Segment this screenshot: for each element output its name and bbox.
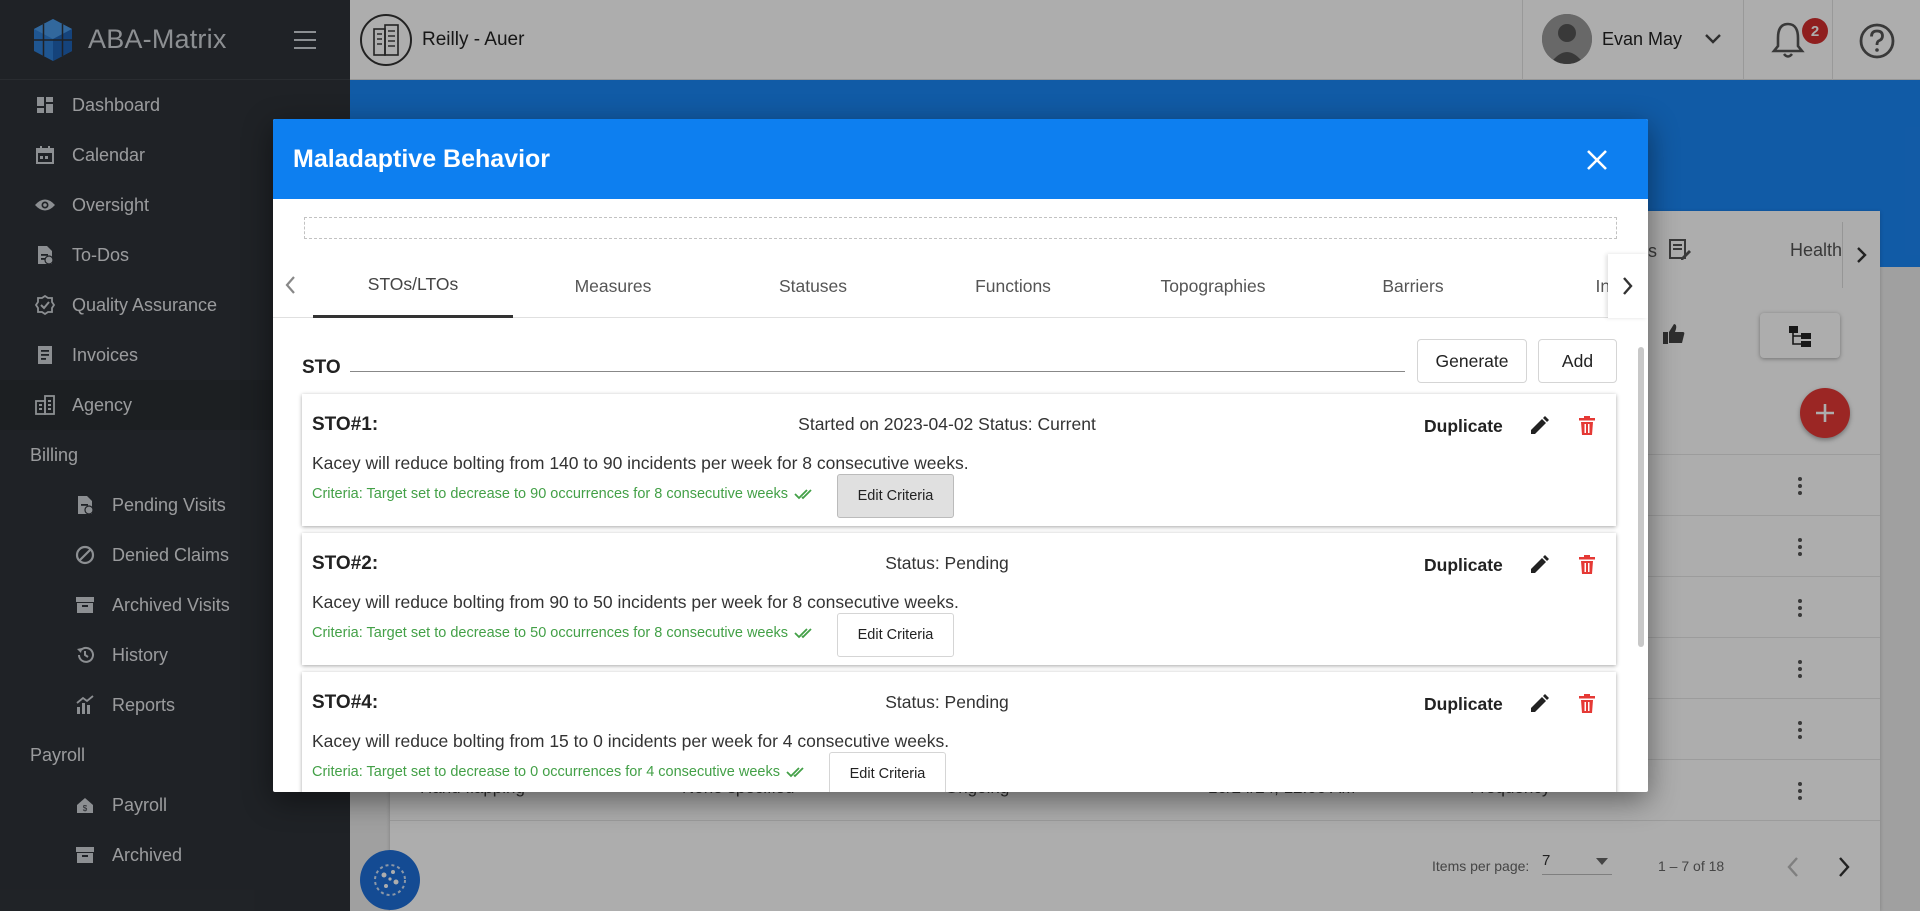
dialog-content: STO Generate Add STO#1: Started on 2023-… [273, 319, 1648, 792]
duplicate-button[interactable]: Duplicate [1424, 416, 1503, 437]
tab-stos-ltos[interactable]: STOs/LTOs [313, 254, 513, 318]
sto-criteria: Criteria: Target set to decrease to 90 o… [312, 486, 814, 502]
trash-icon[interactable] [1578, 555, 1596, 575]
divider [350, 371, 1405, 372]
section-title: STO [302, 357, 341, 378]
sto-card: STO#1: Started on 2023-04-02 Status: Cur… [302, 394, 1616, 526]
tabs-next-icon[interactable] [1608, 254, 1648, 318]
double-check-icon [794, 628, 812, 639]
dialog-tabs: STOs/LTOs Measures Statuses Functions To… [273, 254, 1648, 318]
sto-description: Kacey will reduce bolting from 140 to 90… [312, 453, 969, 473]
pencil-icon[interactable] [1529, 416, 1549, 436]
tab-statuses[interactable]: Statuses [713, 254, 913, 318]
double-check-icon [786, 767, 804, 778]
sto-status: Status: Pending [885, 692, 1009, 712]
sto-card: STO#2: Status: Pending Duplicate Kacey w… [302, 533, 1616, 665]
criteria-text: Criteria: Target set to decrease to 90 o… [312, 486, 789, 502]
edit-criteria-button[interactable]: Edit Criteria [837, 474, 954, 518]
sto-criteria: Criteria: Target set to decrease to 0 oc… [312, 764, 806, 780]
duplicate-button[interactable]: Duplicate [1424, 555, 1503, 576]
add-button[interactable]: Add [1538, 339, 1617, 383]
dialog-header: Maladaptive Behavior [273, 119, 1648, 199]
tab-barriers[interactable]: Barriers [1313, 254, 1513, 318]
tabs-prev-icon[interactable] [283, 274, 297, 296]
scrollbar[interactable] [1638, 347, 1644, 647]
edit-criteria-button[interactable]: Edit Criteria [829, 752, 946, 792]
generate-button[interactable]: Generate [1417, 339, 1527, 383]
close-icon[interactable] [1586, 149, 1608, 171]
sto-description: Kacey will reduce bolting from 15 to 0 i… [312, 731, 950, 751]
trash-icon[interactable] [1578, 694, 1596, 714]
edit-criteria-button[interactable]: Edit Criteria [837, 613, 954, 657]
placeholder-box [304, 217, 1617, 239]
duplicate-button[interactable]: Duplicate [1424, 694, 1503, 715]
dialog-title: Maladaptive Behavior [293, 144, 551, 173]
trash-icon[interactable] [1578, 416, 1596, 436]
sto-status: Status: Pending [885, 553, 1009, 573]
maladaptive-behavior-dialog: Maladaptive Behavior STOs/LTOs Measures … [273, 119, 1648, 792]
tab-functions[interactable]: Functions [913, 254, 1113, 318]
sto-criteria: Criteria: Target set to decrease to 50 o… [312, 625, 814, 641]
sto-card: STO#4: Status: Pending Duplicate Kacey w… [302, 672, 1616, 792]
double-check-icon [794, 489, 812, 500]
pencil-icon[interactable] [1529, 694, 1549, 714]
criteria-text: Criteria: Target set to decrease to 0 oc… [312, 764, 780, 780]
tab-topographies[interactable]: Topographies [1113, 254, 1313, 318]
criteria-text: Criteria: Target set to decrease to 50 o… [312, 625, 789, 641]
pencil-icon[interactable] [1529, 555, 1549, 575]
tab-measures[interactable]: Measures [513, 254, 713, 318]
sto-description: Kacey will reduce bolting from 90 to 50 … [312, 592, 959, 612]
sto-status: Started on 2023-04-02 Status: Current [798, 414, 1096, 434]
